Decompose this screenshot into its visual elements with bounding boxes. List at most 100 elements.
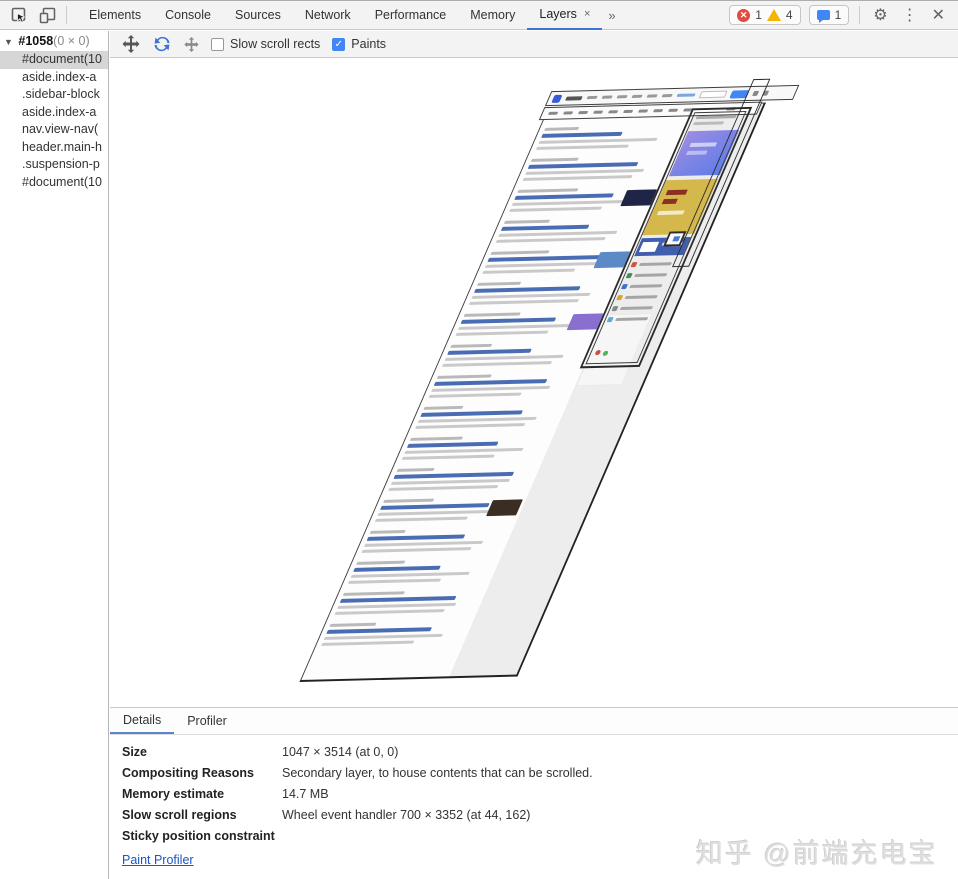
slow-scroll-rects-label: Slow scroll rects — [230, 37, 321, 51]
checkbox-checked: ✓ — [332, 37, 346, 51]
text-line — [463, 312, 521, 317]
text-line — [592, 110, 604, 114]
details-row-value: 1047 × 3514 (at 0, 0) — [282, 744, 399, 759]
text-line — [401, 454, 495, 460]
tab-performance[interactable]: Performance — [363, 1, 459, 30]
text-line — [661, 94, 673, 98]
message-count: 1 — [834, 8, 842, 22]
tab-profiler[interactable]: Profiler — [174, 708, 240, 734]
layers-3d-view[interactable] — [110, 58, 958, 707]
tab-elements[interactable]: Elements — [77, 1, 153, 30]
text-line — [500, 224, 590, 231]
text-line — [366, 534, 466, 541]
entry-thumbnail — [486, 499, 523, 517]
message-bubble-icon — [816, 10, 830, 23]
layer-tree-item[interactable]: #document(10 — [0, 51, 108, 69]
text-line — [337, 602, 457, 609]
text-line — [415, 423, 526, 429]
page-result-entry — [441, 341, 594, 367]
rotate-mode-icon[interactable] — [152, 35, 172, 53]
text-line — [369, 529, 406, 534]
text-line — [404, 447, 524, 454]
text-line — [667, 108, 679, 112]
paints-checkbox[interactable]: ✓ Paints — [332, 37, 386, 51]
root-layer-size: (0 × 0) — [53, 34, 90, 48]
details-row-label: Size — [122, 744, 148, 759]
layers-toolbar: Slow scroll rects ✓ Paints — [110, 31, 958, 58]
text-line — [428, 392, 522, 398]
tab-layers[interactable]: Layers × — [527, 1, 603, 30]
text-line — [551, 94, 563, 103]
slow-scroll-rects-checkbox[interactable]: Slow scroll rects — [211, 37, 320, 51]
settings-gear-icon[interactable]: ⚙ — [870, 5, 890, 25]
layer-tree-root[interactable]: ▼ #1058(0 × 0) — [0, 31, 108, 51]
layer-tree-item[interactable]: aside.index-a — [0, 69, 108, 87]
reset-transform-icon[interactable] — [184, 36, 199, 52]
details-row: Size 1047 × 3514 (at 0, 0) — [110, 741, 958, 762]
paint-profiler-link[interactable]: Paint Profiler — [122, 853, 194, 867]
details-row-value: Wheel event handler 700 × 3352 (at 44, 1… — [282, 807, 531, 822]
text-line — [390, 478, 511, 485]
details-row-value: 14.7 MB — [282, 786, 329, 801]
layer-tree-item[interactable]: #document(10 — [0, 174, 108, 192]
text-line — [444, 354, 564, 361]
text-line — [473, 286, 581, 293]
layer-tree-item[interactable]: aside.index-a — [0, 104, 108, 122]
page-result-entry — [522, 155, 674, 181]
more-tabs-icon[interactable]: » — [602, 8, 621, 23]
page-result-entry — [495, 217, 648, 243]
text-line — [484, 261, 605, 268]
text-line — [508, 206, 603, 212]
page-result-entry — [374, 496, 527, 522]
messages-badge[interactable]: 1 — [808, 5, 850, 25]
tree-expander-icon[interactable]: ▼ — [4, 32, 13, 51]
tab-console[interactable]: Console — [153, 1, 223, 30]
tabbar-separator — [66, 6, 67, 24]
device-toolbar-icon[interactable] — [36, 5, 58, 25]
error-count: 1 — [755, 8, 762, 22]
overflow-menu-icon[interactable]: ⋮ — [899, 5, 921, 25]
tab-sources[interactable]: Sources — [223, 1, 293, 30]
text-line — [487, 254, 606, 262]
console-issues-badge[interactable]: ✕ 1 4 — [729, 5, 801, 25]
text-line — [396, 467, 435, 472]
tab-details[interactable]: Details — [110, 708, 175, 734]
text-line — [321, 640, 415, 646]
text-line — [382, 498, 435, 503]
text-line — [323, 633, 443, 640]
pan-mode-icon[interactable] — [122, 35, 140, 53]
root-layer-name: #1058 — [18, 34, 54, 48]
layer-tree-item[interactable]: .sidebar-block — [0, 86, 108, 104]
devtools-tabbar: Elements Console Sources Network Perform… — [0, 0, 958, 30]
tab-close-icon[interactable]: × — [584, 8, 590, 20]
text-line — [495, 237, 606, 243]
text-line — [436, 374, 492, 379]
layer-tree-item[interactable]: header.main-h — [0, 139, 108, 157]
text-line — [607, 110, 619, 114]
text-line — [441, 361, 553, 367]
layer-tree-item[interactable]: .suspension-p — [0, 156, 108, 174]
text-line — [377, 509, 497, 516]
layer-tree-item[interactable]: nav.view-nav( — [0, 121, 108, 139]
text-line — [503, 219, 551, 224]
text-line — [511, 199, 631, 206]
inspect-element-icon[interactable] — [8, 5, 30, 25]
page-result-entry — [428, 372, 580, 398]
page-result-entry — [415, 403, 567, 429]
text-line — [622, 109, 634, 114]
text-line — [637, 109, 649, 113]
details-row: Compositing Reasons Secondary layer, to h… — [110, 762, 958, 783]
tab-memory[interactable]: Memory — [458, 1, 527, 30]
text-line — [457, 323, 578, 330]
text-line — [631, 94, 643, 98]
text-line — [329, 622, 377, 627]
close-devtools-icon[interactable]: ✕ — [929, 5, 948, 25]
text-line — [388, 485, 499, 491]
tab-network[interactable]: Network — [293, 1, 363, 30]
page-result-entry — [455, 310, 607, 336]
text-line — [547, 111, 559, 115]
text-line — [431, 385, 551, 392]
text-line — [676, 93, 696, 97]
text-line — [356, 560, 406, 565]
text-line — [565, 95, 583, 101]
